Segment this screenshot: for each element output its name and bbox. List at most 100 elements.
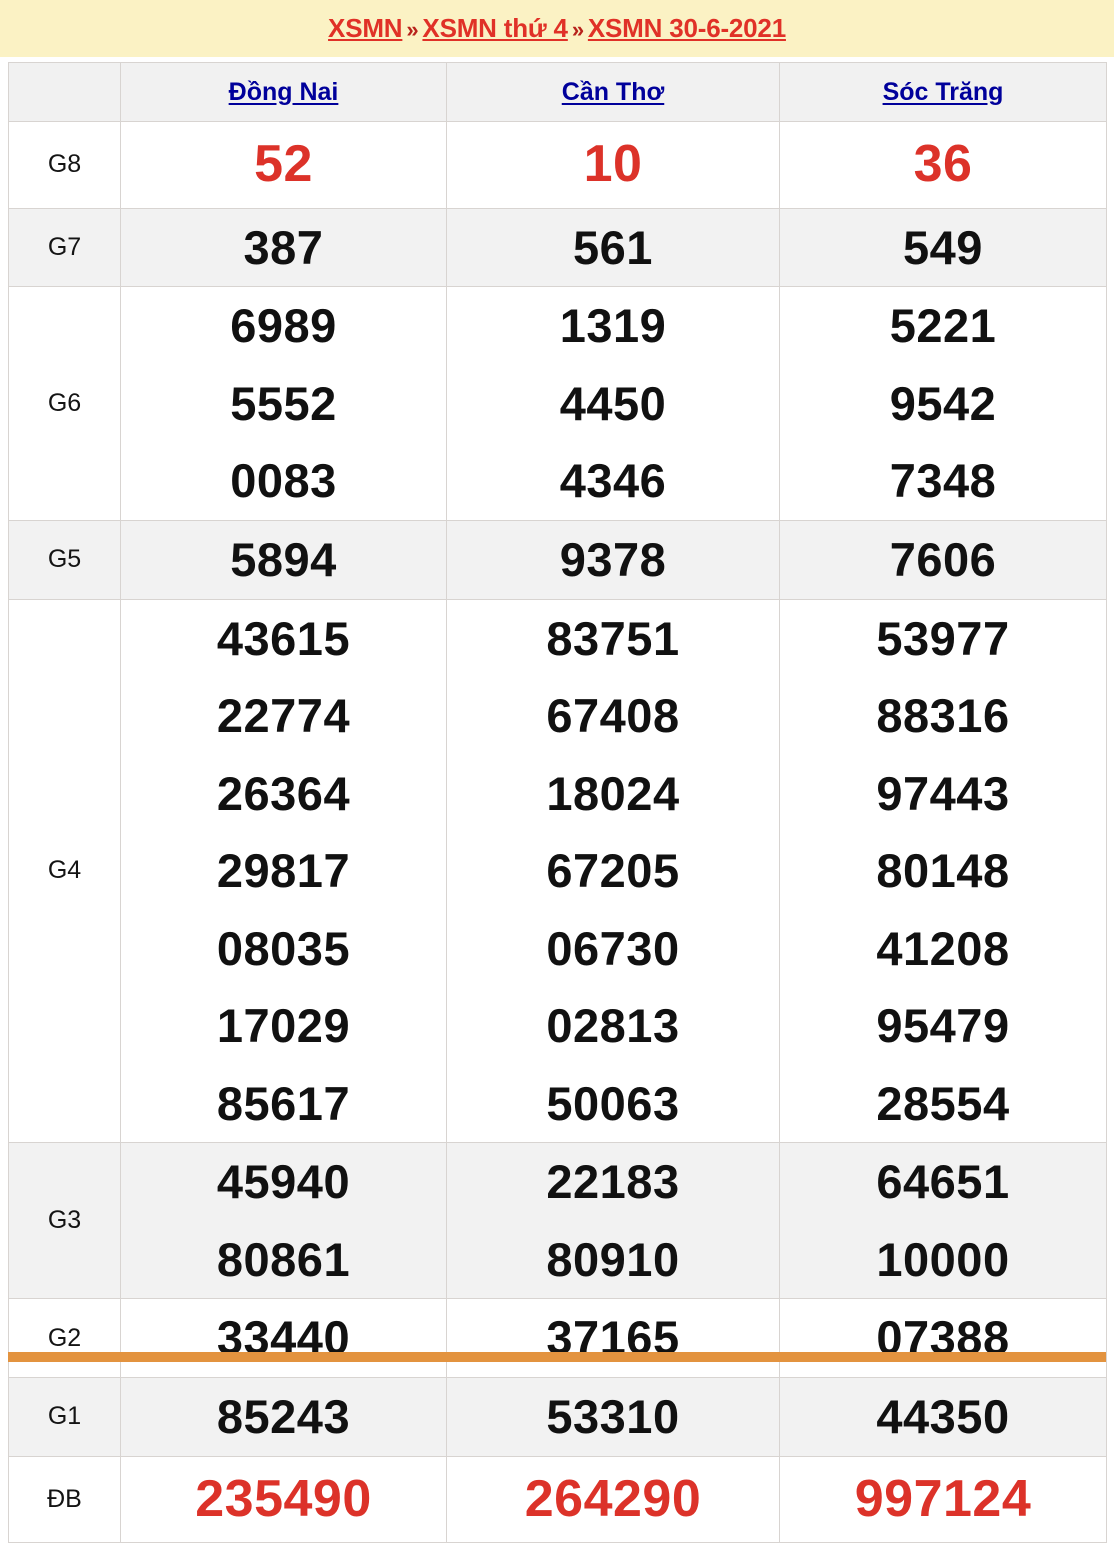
prize-label-cell-db: ĐB bbox=[8, 1455, 121, 1543]
lottery-number: 67205 bbox=[546, 844, 680, 898]
result-cell-g7-0: 387 bbox=[120, 207, 447, 288]
number-stack: 1319 4450 4346 bbox=[447, 287, 779, 520]
prize-label-g8: G8 bbox=[47, 150, 82, 179]
number-stack: 561 bbox=[447, 209, 779, 287]
lottery-number: 10 bbox=[583, 135, 643, 193]
breadcrumb-item-0[interactable]: XSMN bbox=[328, 13, 403, 43]
province-link-soc-trang[interactable]: Sóc Trăng bbox=[883, 78, 1004, 106]
lottery-number: 28554 bbox=[876, 1076, 1010, 1130]
prize-label-cell-g8: G8 bbox=[8, 121, 121, 209]
breadcrumb-item-1[interactable]: XSMN thứ 4 bbox=[422, 13, 568, 43]
lottery-number: 36 bbox=[913, 135, 973, 193]
prize-row-g3: G3 45940 80861 22183 80910 64651 10000 bbox=[8, 1142, 1107, 1300]
lottery-number: 235490 bbox=[195, 1469, 372, 1528]
lottery-number: 4450 bbox=[559, 376, 667, 430]
lottery-number: 45940 bbox=[216, 1155, 351, 1209]
prize-label-cell-g3: G3 bbox=[8, 1142, 121, 1300]
lottery-result-table-container: Đồng Nai Cần Thơ Sóc Trăng G8 52 10 36 G7 387… bbox=[0, 57, 1114, 1543]
lottery-number: 02813 bbox=[546, 999, 680, 1053]
prize-row-db: ĐB 235490 264290 997124 bbox=[8, 1455, 1107, 1543]
result-cell-g6-2: 5221 9542 7348 bbox=[779, 286, 1107, 521]
table-header-row: Đồng Nai Cần Thơ Sóc Trăng bbox=[8, 62, 1107, 122]
result-cell-g2-2: 07388 bbox=[779, 1298, 1107, 1378]
number-stack: 64651 10000 bbox=[780, 1143, 1106, 1298]
lottery-number: 97443 bbox=[876, 766, 1010, 820]
result-cell-g7-1: 561 bbox=[446, 207, 780, 288]
lottery-number: 33440 bbox=[216, 1311, 351, 1365]
breadcrumb-separator: » bbox=[406, 17, 419, 42]
number-stack: 33440 bbox=[121, 1299, 446, 1377]
number-stack: 10 bbox=[447, 122, 779, 208]
lottery-result-table: Đồng Nai Cần Thơ Sóc Trăng G8 52 10 36 G7 387… bbox=[8, 62, 1107, 1543]
lottery-number: 997124 bbox=[854, 1469, 1032, 1528]
prize-label-db: ĐB bbox=[47, 1484, 82, 1513]
result-cell-g4-2: 53977 88316 97443 80148 41208 95479 28554 bbox=[779, 598, 1107, 1144]
number-stack: 53977 88316 97443 80148 41208 95479 28554 bbox=[780, 600, 1106, 1143]
lottery-number: 67408 bbox=[546, 689, 680, 743]
lottery-number: 80910 bbox=[546, 1232, 680, 1286]
column-header-can-tho: Cần Thơ bbox=[446, 62, 780, 122]
result-cell-g2-0: 33440 bbox=[120, 1298, 447, 1378]
lottery-number: 85243 bbox=[216, 1390, 351, 1443]
number-stack: 549 bbox=[780, 209, 1106, 287]
lottery-number: 1319 bbox=[559, 299, 667, 353]
prize-row-g1: G1 85243 53310 44350 bbox=[8, 1377, 1107, 1457]
corner-cell bbox=[8, 62, 121, 122]
lottery-number: 29817 bbox=[216, 844, 351, 898]
result-cell-g1-1: 53310 bbox=[446, 1377, 780, 1457]
column-header-dong-nai: Đồng Nai bbox=[120, 62, 447, 122]
result-cell-g2-1: 37165 bbox=[446, 1298, 780, 1378]
prize-label-g5: G5 bbox=[47, 545, 82, 574]
result-cell-g5-0: 5894 bbox=[120, 519, 447, 600]
number-stack: 9378 bbox=[447, 521, 779, 599]
prize-label-cell-g2: G2 bbox=[8, 1298, 121, 1378]
result-cell-db-2: 997124 bbox=[779, 1455, 1107, 1543]
prize-label-g3: G3 bbox=[47, 1206, 82, 1235]
lottery-number: 5221 bbox=[889, 299, 997, 353]
lottery-number: 264290 bbox=[524, 1469, 702, 1528]
lottery-number: 7606 bbox=[889, 532, 997, 586]
lottery-number: 50063 bbox=[546, 1076, 680, 1130]
province-link-can-tho[interactable]: Cần Thơ bbox=[562, 78, 665, 106]
lottery-number: 52 bbox=[254, 135, 313, 193]
result-cell-g6-0: 6989 5552 0083 bbox=[120, 286, 447, 521]
result-cell-g3-0: 45940 80861 bbox=[120, 1142, 447, 1300]
number-stack: 5221 9542 7348 bbox=[780, 287, 1106, 520]
lottery-number: 26364 bbox=[216, 766, 351, 820]
lottery-number: 22774 bbox=[216, 689, 351, 743]
table-body: G8 52 10 36 G7 387 561 549 G6 6989 5552 0083 1319 445… bbox=[8, 121, 1107, 1543]
prize-row-g6: G6 6989 5552 0083 1319 4450 4346 5221 9542 7348 bbox=[8, 286, 1107, 521]
number-stack: 36 bbox=[780, 122, 1106, 208]
prize-label-cell-g7: G7 bbox=[8, 207, 121, 288]
number-stack: 22183 80910 bbox=[447, 1143, 779, 1298]
province-link-dong-nai[interactable]: Đồng Nai bbox=[229, 78, 339, 106]
result-cell-g8-0: 52 bbox=[120, 121, 447, 209]
result-cell-g8-1: 10 bbox=[446, 121, 780, 209]
result-cell-g5-1: 9378 bbox=[446, 519, 780, 600]
lottery-number: 549 bbox=[903, 220, 983, 274]
prize-label-g1: G1 bbox=[47, 1402, 82, 1431]
result-cell-g8-2: 36 bbox=[779, 121, 1107, 209]
lottery-number: 5894 bbox=[230, 532, 337, 586]
breadcrumb-item-2[interactable]: XSMN 30-6-2021 bbox=[588, 13, 786, 43]
column-header-soc-trang: Sóc Trăng bbox=[779, 62, 1107, 122]
lottery-number: 387 bbox=[243, 220, 324, 274]
bottom-accent-bar bbox=[8, 1352, 1106, 1362]
number-stack: 997124 bbox=[780, 1457, 1106, 1543]
number-stack: 387 bbox=[121, 209, 446, 287]
result-cell-g3-2: 64651 10000 bbox=[779, 1142, 1107, 1300]
lottery-number: 44350 bbox=[876, 1390, 1010, 1443]
number-stack: 37165 bbox=[447, 1299, 779, 1377]
lottery-number: 41208 bbox=[876, 921, 1010, 975]
result-cell-db-1: 264290 bbox=[446, 1455, 780, 1543]
lottery-number: 08035 bbox=[216, 921, 351, 975]
lottery-number: 43615 bbox=[216, 611, 351, 665]
result-cell-g1-2: 44350 bbox=[779, 1377, 1107, 1457]
lottery-number: 0083 bbox=[230, 454, 337, 508]
number-stack: 85243 bbox=[121, 1378, 446, 1456]
lottery-number: 06730 bbox=[546, 921, 680, 975]
lottery-number: 83751 bbox=[546, 611, 680, 665]
result-cell-g7-2: 549 bbox=[779, 207, 1107, 288]
prize-row-g7: G7 387 561 549 bbox=[8, 207, 1107, 288]
number-stack: 83751 67408 18024 67205 06730 02813 50063 bbox=[447, 600, 779, 1143]
